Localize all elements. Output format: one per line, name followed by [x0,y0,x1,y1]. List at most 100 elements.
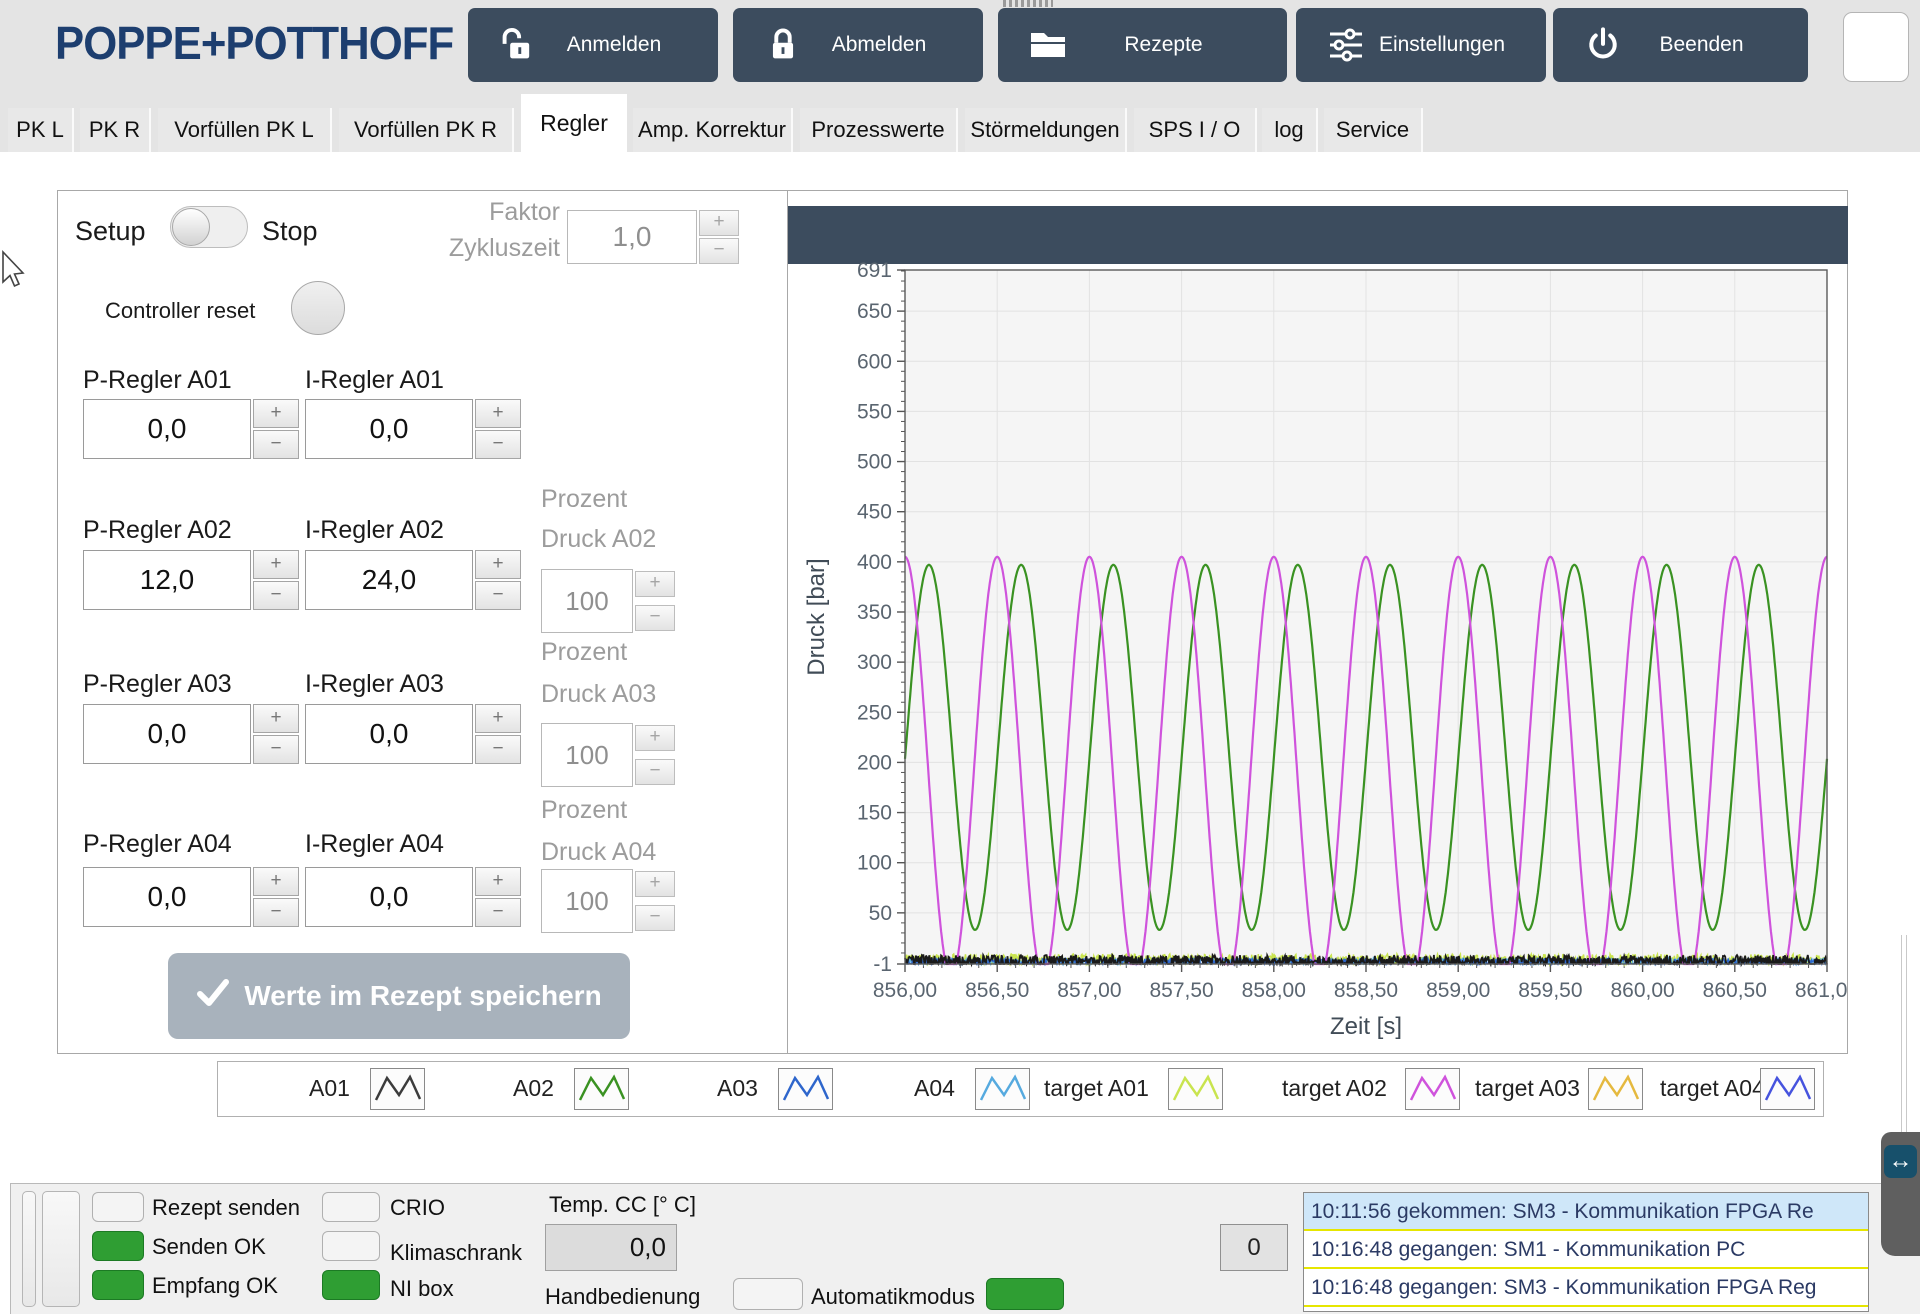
decrement-button[interactable]: − [635,759,675,785]
i-regler-a01-field[interactable]: 0,0 [305,399,473,459]
increment-button[interactable]: + [253,550,299,579]
svg-text:Druck [bar]: Druck [bar] [803,558,830,675]
faktor-label-2: Zykluszeit [448,234,560,262]
message-log-list[interactable]: 10:11:56 gekommen: SM3 - Kommunikation F… [1303,1192,1869,1312]
decrement-button[interactable]: − [475,898,521,927]
teamviewer-panel-handle[interactable]: ↔ [1881,1132,1920,1256]
legend-plot-icon-target-a01[interactable] [1168,1068,1223,1110]
tab-amp-korrektur[interactable]: Amp. Korrektur [633,108,793,152]
legend-label-a04: A04 [914,1075,955,1101]
tab-stoermeldungen[interactable]: Störmeldungen [965,108,1127,152]
handbedienung-indicator[interactable] [733,1278,803,1310]
anmelden-button[interactable]: Anmelden [468,8,718,82]
faktor-zykluszeit-field[interactable]: 1,0 [567,210,697,264]
increment-button[interactable]: + [475,550,521,579]
einstellungen-button[interactable]: Einstellungen [1296,8,1546,82]
decrement-button[interactable]: − [253,898,299,927]
svg-text:691: 691 [857,259,892,282]
legend-plot-icon-a04[interactable] [975,1068,1030,1110]
side-button-wide[interactable] [42,1191,80,1307]
decrement-button[interactable]: − [475,430,521,459]
svg-text:857,50: 857,50 [1149,979,1213,1002]
increment-button[interactable]: + [253,867,299,896]
decrement-button[interactable]: − [253,581,299,610]
beenden-button[interactable]: Beenden [1553,8,1808,82]
rezept-senden-label: Rezept senden [152,1195,300,1220]
prozent-a02-stepper: + − [635,571,675,631]
svg-text:860,00: 860,00 [1610,979,1674,1002]
decrement-button[interactable]: − [635,605,675,631]
log-row[interactable]: 10:16:48 gegangen: SM3 - Kommunikation F… [1304,1269,1868,1307]
i-regler-a03-field[interactable]: 0,0 [305,704,473,764]
setup-stop-toggle[interactable] [170,206,248,248]
faktor-decrement-button[interactable]: − [699,238,739,264]
p-regler-a03-field[interactable]: 0,0 [83,704,251,764]
increment-button[interactable]: + [253,704,299,733]
prozent-druck-a02-field[interactable]: 100 [541,569,633,633]
svg-text:-1: -1 [873,953,892,976]
svg-text:861,00: 861,00 [1795,979,1848,1002]
p-regler-a01-field[interactable]: 0,0 [83,399,251,459]
check-icon [196,978,230,1015]
p-regler-a03-stepper: + − [253,704,299,764]
abmelden-label: Abmelden [831,33,927,56]
i-regler-a02-field[interactable]: 24,0 [305,550,473,610]
abmelden-button[interactable]: Abmelden [733,8,983,82]
legend-label-target-a03: target A03 [1475,1075,1580,1101]
tab-pk-l[interactable]: PK L [8,108,74,152]
decrement-button[interactable]: − [253,430,299,459]
i-regler-a04-field[interactable]: 0,0 [305,867,473,927]
legend-plot-icon-a03[interactable] [778,1068,833,1110]
legend-plot-icon-target-a02[interactable] [1405,1068,1460,1110]
save-to-recipe-button[interactable]: Werte im Rezept speichern [168,953,630,1039]
legend-plot-icon-target-a04[interactable] [1760,1068,1815,1110]
prozent-a03-label-1: Prozent [541,638,628,666]
tab-prozesswerte[interactable]: Prozesswerte [800,108,958,152]
increment-button[interactable]: + [475,867,521,896]
increment-button[interactable]: + [635,871,675,897]
decrement-button[interactable]: − [475,735,521,764]
regler-screen: POPPE+POTTHOFF Anmelden Abmelden Rezepte… [0,0,1920,1314]
status-box-empty [1843,12,1909,82]
p-regler-a02-field[interactable]: 12,0 [83,550,251,610]
legend-plot-icon-a02[interactable] [574,1068,629,1110]
tab-bar: PK L PK R Vorfüllen PK L Vorfüllen PK R … [0,90,1920,152]
side-button-narrow[interactable] [22,1191,36,1307]
crio-indicator [322,1192,380,1222]
tab-log[interactable]: log [1262,108,1318,152]
legend-plot-icon-a01[interactable] [370,1068,425,1110]
decrement-button[interactable]: − [475,581,521,610]
p-regler-a04-field[interactable]: 0,0 [83,867,251,927]
temp-cc-field[interactable]: 0,0 [545,1224,677,1271]
svg-text:350: 350 [857,601,892,624]
controller-reset-button[interactable] [291,281,345,335]
svg-text:100: 100 [857,852,892,875]
automatikmodus-indicator[interactable] [986,1278,1064,1310]
prozent-druck-a04-field[interactable]: 100 [541,869,633,933]
toolbar: POPPE+POTTHOFF Anmelden Abmelden Rezepte… [0,0,1920,90]
increment-button[interactable]: + [635,571,675,597]
log-row[interactable]: 10:11:56 gekommen: SM3 - Kommunikation F… [1304,1193,1868,1231]
decrement-button[interactable]: − [635,905,675,931]
prozent-druck-a03-field[interactable]: 100 [541,723,633,787]
increment-button[interactable]: + [475,704,521,733]
tab-service[interactable]: Service [1324,108,1423,152]
prozent-a04-stepper: + − [635,871,675,931]
tab-sps-io[interactable]: SPS I / O [1134,108,1257,152]
svg-text:860,50: 860,50 [1703,979,1767,1002]
decrement-button[interactable]: − [253,735,299,764]
increment-button[interactable]: + [475,399,521,428]
tab-vorfuellen-pk-l[interactable]: Vorfüllen PK L [158,108,332,152]
increment-button[interactable]: + [635,725,675,751]
rezepte-button[interactable]: Rezepte [998,8,1287,82]
increment-button[interactable]: + [253,399,299,428]
faktor-increment-button[interactable]: + [699,210,739,236]
tab-regler[interactable]: Regler [521,94,627,152]
tab-pk-r[interactable]: PK R [80,108,151,152]
legend-label-a02: A02 [513,1075,554,1101]
legend-label-target-a04: target A04 [1660,1075,1765,1101]
log-row[interactable]: 10:16:48 gegangen: SM1 - Kommunikation P… [1304,1231,1868,1269]
tab-vorfuellen-pk-r[interactable]: Vorfüllen PK R [339,108,514,152]
legend-plot-icon-target-a03[interactable] [1588,1068,1643,1110]
svg-text:857,00: 857,00 [1057,979,1121,1002]
